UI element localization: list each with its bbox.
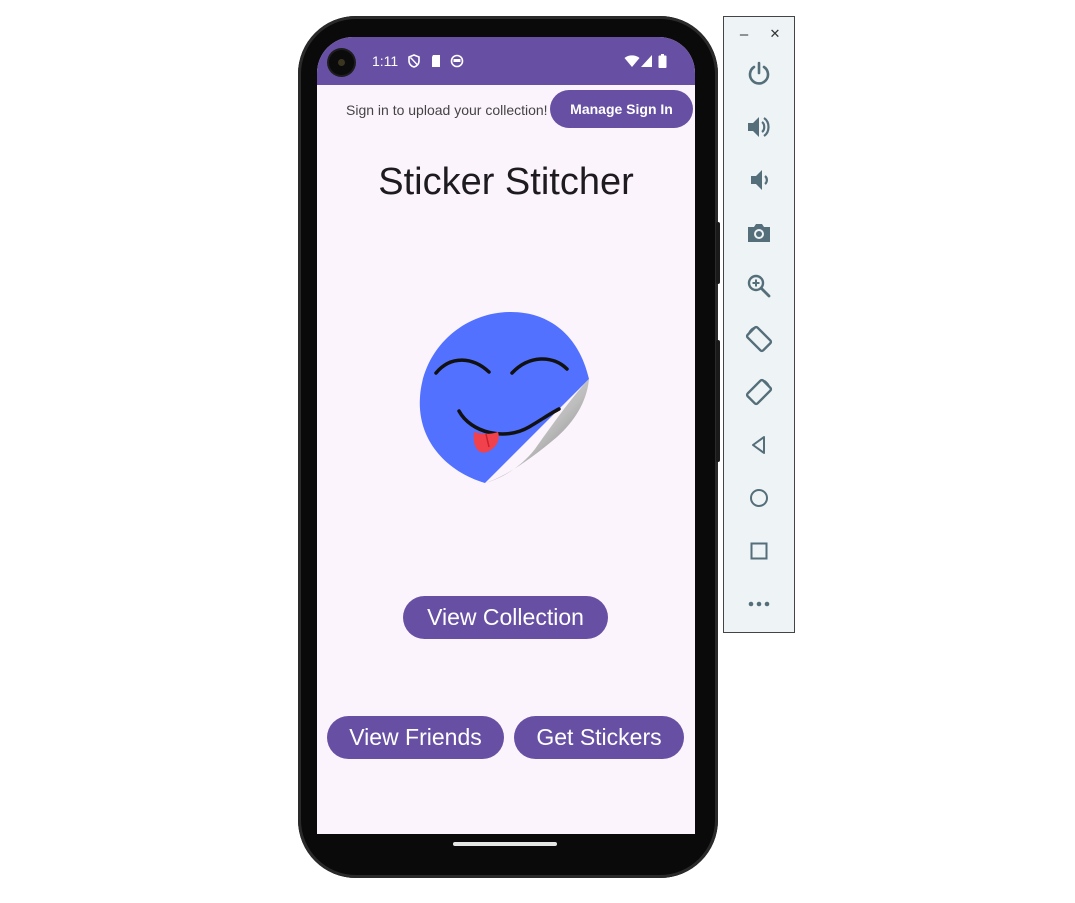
phone-screen: 1:11 Sign in to upload your collection! … (317, 37, 695, 834)
sign-in-row: Sign in to upload your collection! Manag… (317, 85, 695, 135)
emulator-toolbar: – ✕ (723, 16, 795, 633)
close-button[interactable]: ✕ (764, 23, 786, 45)
minimize-button[interactable]: – (733, 23, 755, 45)
home-button[interactable] (742, 481, 776, 515)
more-options-button[interactable] (742, 587, 776, 621)
phone-power-key (716, 222, 720, 284)
rotate-right-icon (745, 378, 773, 406)
back-button[interactable] (742, 428, 776, 462)
screenshot-button[interactable] (742, 216, 776, 250)
back-triangle-icon (752, 436, 765, 454)
manage-sign-in-button[interactable]: Manage Sign In (550, 90, 693, 128)
home-circle-icon (750, 489, 768, 507)
view-friends-button[interactable]: View Friends (327, 716, 504, 759)
status-bar: 1:11 (317, 37, 695, 85)
sticker-image (419, 312, 589, 483)
rotate-right-button[interactable] (742, 375, 776, 409)
rotate-left-button[interactable] (742, 322, 776, 356)
overview-square-icon (750, 542, 768, 560)
phone-volume-key (716, 340, 720, 462)
battery-icon (658, 54, 667, 68)
camera-icon (748, 224, 770, 242)
sign-in-prompt: Sign in to upload your collection! (346, 102, 548, 118)
power-icon (748, 61, 770, 85)
front-camera (329, 50, 354, 75)
more-dots-icon (748, 601, 770, 607)
status-time: 1:11 (372, 53, 399, 69)
sd-card-icon (432, 55, 440, 67)
power-button[interactable] (742, 57, 776, 91)
volume-down-button[interactable] (742, 163, 776, 197)
volume-up-button[interactable] (742, 110, 776, 144)
zoom-in-icon (747, 274, 771, 298)
shield-icon (408, 54, 420, 68)
wifi-icon (624, 55, 640, 67)
view-collection-button[interactable]: View Collection (403, 596, 608, 639)
gesture-home-bar[interactable] (453, 842, 557, 846)
app-title: Sticker Stitcher (378, 161, 634, 203)
zoom-button[interactable] (742, 269, 776, 303)
rotate-left-icon (745, 325, 773, 353)
signal-icon (641, 55, 652, 67)
volume-up-icon (748, 117, 770, 137)
get-stickers-button[interactable]: Get Stickers (514, 716, 684, 759)
face-circle-icon (450, 54, 464, 68)
overview-button[interactable] (742, 534, 776, 568)
sticker-face (419, 312, 589, 483)
volume-down-icon (751, 170, 768, 190)
